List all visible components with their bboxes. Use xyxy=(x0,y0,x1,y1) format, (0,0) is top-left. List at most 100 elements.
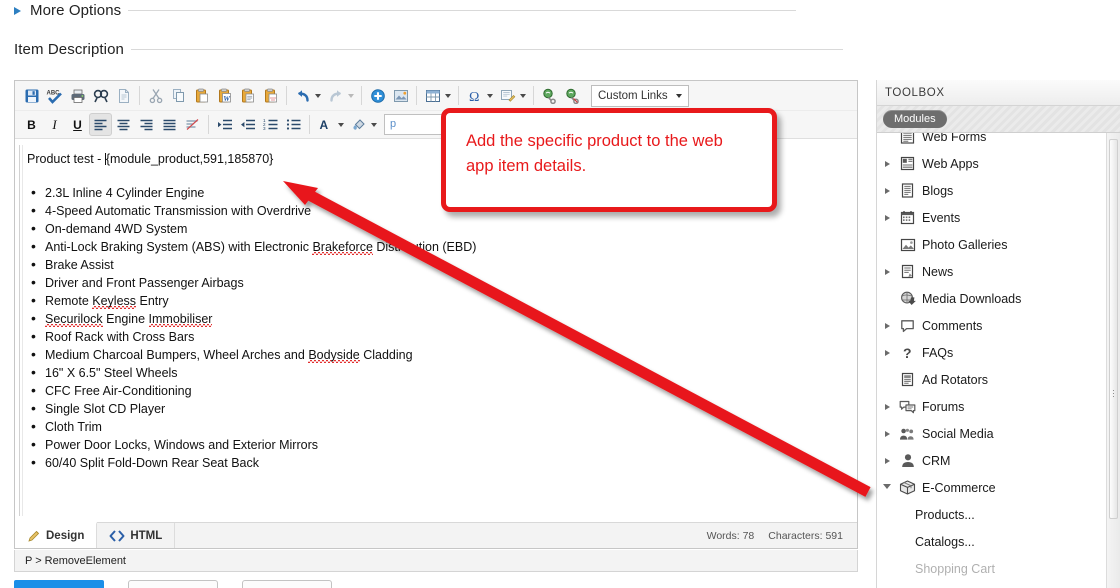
secondary-button-2[interactable] xyxy=(242,580,332,588)
toolbox-item-e-commerce[interactable]: E-Commerce xyxy=(877,474,1106,501)
toolbar-separator xyxy=(361,86,362,105)
underline-icon[interactable]: U xyxy=(66,113,89,136)
special-character-icon[interactable]: Ω xyxy=(463,84,486,107)
page-root: More Options Item Description ABC W Ω Cu… xyxy=(0,0,1120,588)
toolbox-item-crm[interactable]: CRM xyxy=(877,447,1106,474)
italic-icon[interactable]: I xyxy=(43,113,66,136)
align-justify-icon[interactable] xyxy=(158,113,181,136)
tab-modules[interactable]: Modules xyxy=(883,110,947,128)
chevron-down-icon[interactable] xyxy=(348,93,354,98)
paste-plain-icon[interactable] xyxy=(236,84,259,107)
toolbox-item-label: CRM xyxy=(922,453,951,468)
blogs-icon xyxy=(898,182,917,199)
insert-link-icon[interactable] xyxy=(366,84,389,107)
chevron-right-icon[interactable] xyxy=(884,430,890,437)
chevron-right-icon[interactable] xyxy=(884,187,890,194)
chevron-down-icon[interactable] xyxy=(315,93,321,98)
custom-links-dropdown[interactable]: Custom Links xyxy=(591,84,689,107)
unordered-list-icon[interactable] xyxy=(282,113,305,136)
align-center-icon[interactable] xyxy=(112,113,135,136)
tab-html[interactable]: HTML xyxy=(97,523,176,548)
toolbox-scrollbar[interactable] xyxy=(1106,133,1120,588)
insert-image-icon[interactable] xyxy=(389,84,412,107)
paste-special-icon[interactable] xyxy=(259,84,282,107)
chevron-right-icon[interactable] xyxy=(884,457,890,464)
toolbox-item-shopping-cart[interactable]: Shopping Cart xyxy=(877,555,1106,582)
spellcheck-icon[interactable]: ABC xyxy=(43,84,66,107)
chevron-down-icon[interactable] xyxy=(338,122,344,127)
align-left-icon[interactable] xyxy=(89,113,112,136)
photo-galleries-icon xyxy=(898,236,917,253)
toolbox-item-news[interactable]: News xyxy=(877,258,1106,285)
toolbox-item-web-forms[interactable]: Web Forms xyxy=(877,133,1106,150)
remove-format-icon[interactable] xyxy=(181,113,204,136)
toolbox-tabbar: Modules xyxy=(877,106,1120,133)
toolbox-item-catalogs[interactable]: Catalogs... xyxy=(877,528,1106,555)
toolbox-item-label: E-Commerce xyxy=(922,480,996,495)
chevron-down-icon[interactable] xyxy=(487,93,493,98)
chevron-right-icon[interactable] xyxy=(884,349,890,356)
scrollbar-thumb[interactable] xyxy=(1109,139,1118,519)
tab-design[interactable]: Design xyxy=(15,522,98,548)
toolbox-item-products[interactable]: Products... xyxy=(877,501,1106,528)
annotation-callout: Add the specific product to the web app … xyxy=(441,108,777,212)
toolbox-item-faqs[interactable]: ? FAQs xyxy=(877,339,1106,366)
font-color-icon[interactable]: A xyxy=(314,113,337,136)
save-icon[interactable] xyxy=(20,84,43,107)
insert-anchor-icon[interactable] xyxy=(538,84,561,107)
toolbox-item-events[interactable]: Events xyxy=(877,204,1106,231)
format-painter-icon[interactable] xyxy=(496,84,519,107)
secondary-button-1[interactable] xyxy=(128,580,218,588)
toolbox-item-media-downloads[interactable]: Media Downloads xyxy=(877,285,1106,312)
toolbox-item-blogs[interactable]: Blogs xyxy=(877,177,1106,204)
tab-html-label: HTML xyxy=(130,529,163,542)
feature-bullet-item: 16" X 6.5" Steel Wheels xyxy=(27,363,845,382)
toolbox-item-web-apps[interactable]: Web Apps xyxy=(877,150,1106,177)
chevron-right-icon[interactable] xyxy=(884,214,890,221)
chevron-right-icon[interactable] xyxy=(884,268,890,275)
feature-bullet-item: Anti-Lock Braking System (ABS) with Elec… xyxy=(27,237,845,256)
toolbox-item-social-media[interactable]: Social Media xyxy=(877,420,1106,447)
chevron-right-icon[interactable] xyxy=(884,322,890,329)
new-document-icon[interactable] xyxy=(112,84,135,107)
indent-icon[interactable] xyxy=(213,113,236,136)
chevron-right-icon[interactable] xyxy=(884,160,890,167)
toolbox-item-ad-rotators[interactable]: Ad Rotators xyxy=(877,366,1106,393)
media-downloads-icon xyxy=(898,290,917,307)
undo-icon[interactable] xyxy=(291,84,314,107)
ordered-list-icon[interactable]: 123 xyxy=(259,113,282,136)
cut-icon[interactable] xyxy=(144,84,167,107)
bold-icon[interactable]: B xyxy=(20,113,43,136)
copy-icon[interactable] xyxy=(167,84,190,107)
toolbox-item-label: FAQs xyxy=(922,345,954,360)
more-options-header[interactable]: More Options xyxy=(14,2,797,19)
toolbox-title: TOOLBOX xyxy=(877,80,1120,106)
primary-save-button[interactable] xyxy=(14,580,104,588)
toolbox-item-comments[interactable]: Comments xyxy=(877,312,1106,339)
toolbar-separator xyxy=(533,86,534,105)
paste-from-word-icon[interactable]: W xyxy=(213,84,236,107)
chevron-right-icon[interactable] xyxy=(884,403,890,410)
remove-anchor-icon[interactable] xyxy=(561,84,584,107)
toolbar-separator xyxy=(286,86,287,105)
align-right-icon[interactable] xyxy=(135,113,158,136)
chevron-down-icon[interactable] xyxy=(445,93,451,98)
feature-bullet-item: On-demand 4WD System xyxy=(27,219,845,238)
toolbox-item-label: Media Downloads xyxy=(922,291,1022,306)
toolbox-item-forums[interactable]: Forums xyxy=(877,393,1106,420)
toolbox-item-photo-galleries[interactable]: Photo Galleries xyxy=(877,231,1106,258)
print-icon[interactable] xyxy=(66,84,89,107)
feature-bullet-item: Medium Charcoal Bumpers, Wheel Arches an… xyxy=(27,345,845,364)
element-path-breadcrumb[interactable]: P > RemoveElement xyxy=(14,550,858,572)
chevron-down-icon[interactable] xyxy=(520,93,526,98)
chevron-down-icon[interactable] xyxy=(883,483,891,492)
redo-icon[interactable] xyxy=(324,84,347,107)
web-forms-icon xyxy=(898,133,917,145)
table-icon[interactable] xyxy=(421,84,444,107)
outdent-icon[interactable] xyxy=(236,113,259,136)
chevron-down-icon[interactable] xyxy=(371,122,377,127)
background-color-icon[interactable] xyxy=(347,113,370,136)
find-icon[interactable] xyxy=(89,84,112,107)
paste-icon[interactable] xyxy=(190,84,213,107)
title-prefix: Product test - xyxy=(27,152,105,166)
